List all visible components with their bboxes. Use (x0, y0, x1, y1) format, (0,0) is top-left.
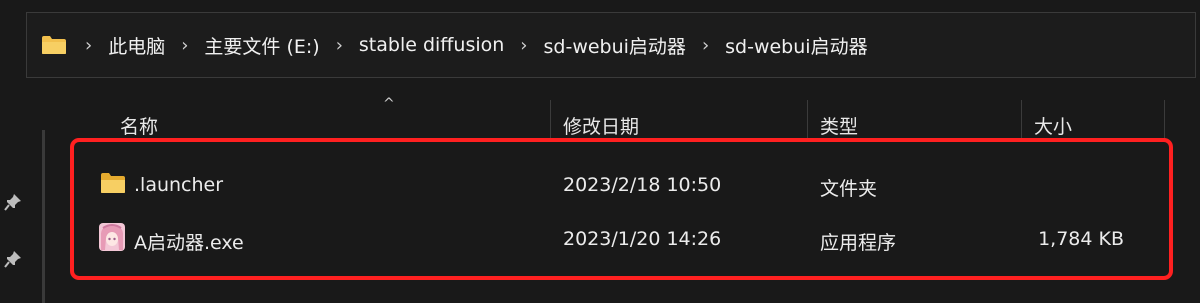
chevron-right-icon[interactable]: › (520, 35, 527, 56)
pin-icon[interactable] (4, 193, 24, 213)
column-header-name[interactable]: 名称 (62, 96, 550, 140)
file-type: 文件夹 (820, 178, 878, 200)
file-modified: 2023/1/20 14:26 (563, 228, 722, 250)
chevron-right-icon[interactable]: › (181, 35, 188, 56)
file-name: A启动器.exe (134, 232, 244, 254)
breadcrumb-item-launcher-current[interactable]: sd-webui启动器 (725, 32, 867, 59)
file-row[interactable]: .launcher 2023/2/18 10:50 文件夹 (62, 162, 1172, 206)
folder-icon (100, 172, 126, 196)
file-type: 应用程序 (820, 232, 897, 254)
file-size: 1,784 KB (1038, 228, 1124, 250)
file-name: .launcher (134, 174, 224, 196)
column-header-type[interactable]: 类型 (808, 96, 1021, 140)
breadcrumb-item-launcher-parent[interactable]: sd-webui启动器 (544, 32, 686, 59)
file-row[interactable]: A启动器.exe 2023/1/20 14:26 应用程序 1,784 KB (62, 216, 1172, 260)
file-list: .launcher 2023/2/18 10:50 文件夹 A启动器.exe 2… (62, 140, 1200, 303)
chevron-right-icon[interactable]: › (85, 35, 92, 56)
file-modified: 2023/2/18 10:50 (563, 174, 722, 196)
column-divider[interactable] (1164, 100, 1165, 140)
breadcrumb: › 此电脑 › 主要文件 (E:) › stable diffusion › s… (69, 32, 868, 59)
breadcrumb-item-drive[interactable]: 主要文件 (E:) (204, 32, 319, 59)
column-header-row: ^ 名称 修改日期 类型 大小 (62, 96, 1200, 140)
nav-scrollbar[interactable] (42, 130, 45, 303)
column-header-size[interactable]: 大小 (1022, 96, 1164, 140)
address-bar[interactable]: › 此电脑 › 主要文件 (E:) › stable diffusion › s… (26, 12, 1196, 78)
breadcrumb-item-this-pc[interactable]: 此电脑 (108, 32, 165, 59)
chevron-right-icon[interactable]: › (702, 35, 709, 56)
app-icon (98, 222, 126, 252)
breadcrumb-item-stable-diffusion[interactable]: stable diffusion (359, 34, 504, 56)
column-header-modified[interactable]: 修改日期 (551, 96, 807, 140)
folder-icon (41, 34, 69, 56)
pin-icon[interactable] (4, 250, 24, 270)
chevron-right-icon[interactable]: › (336, 35, 343, 56)
